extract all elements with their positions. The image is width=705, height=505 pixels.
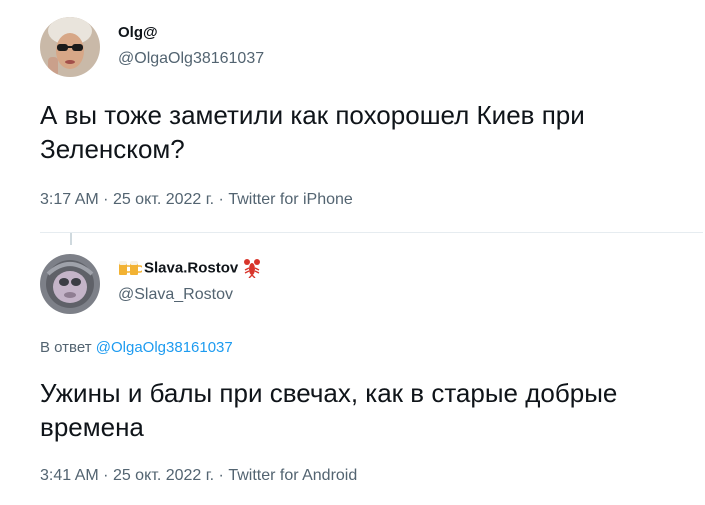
separator-dot: ·: [218, 191, 224, 208]
tweet2-time[interactable]: 3:41 AM: [40, 467, 99, 484]
avatar-olga[interactable]: [40, 17, 100, 77]
thread-connector: [70, 233, 72, 245]
beer-mugs-icon: [118, 258, 144, 278]
separator-dot: ·: [103, 191, 109, 208]
tweet1-handle[interactable]: @OlgaOlg38161037: [118, 50, 264, 68]
tweet2-meta: 3:41 AM · 25 окт. 2022 г. · Twitter for …: [40, 467, 357, 485]
tweet1-time[interactable]: 3:17 AM: [40, 191, 99, 208]
separator-dot: ·: [218, 467, 224, 484]
tweet2-text: Ужины и балы при свечах, как в старые до…: [40, 376, 690, 444]
tweet-divider: [40, 232, 703, 233]
tweet1-text: А вы тоже заметили как похорошел Киев пр…: [40, 98, 690, 166]
tweet1-text-line2: Зеленском?: [40, 134, 185, 164]
reply-handle-link[interactable]: @OlgaOlg38161037: [96, 339, 233, 356]
tweet2-display-name[interactable]: Slava.Rostov: [144, 260, 238, 277]
tweet2-text-line1: Ужины и балы при свечах, как в старые до…: [40, 378, 618, 408]
avatar-slava[interactable]: [40, 254, 100, 314]
tweet1-source[interactable]: Twitter for iPhone: [228, 191, 353, 208]
tweet1-date[interactable]: 25 окт. 2022 г.: [113, 191, 214, 208]
lobster-icon: [243, 258, 261, 279]
tweet1-text-line1: А вы тоже заметили как похорошел Киев пр…: [40, 100, 585, 130]
tweet2-name-row[interactable]: Slava.Rostov: [118, 258, 261, 280]
tweet2-source[interactable]: Twitter for Android: [228, 467, 357, 484]
tweet1-meta: 3:17 AM · 25 окт. 2022 г. · Twitter for …: [40, 191, 353, 209]
reply-to: В ответ @OlgaOlg38161037: [40, 339, 233, 356]
tweet2-text-line2: времена: [40, 412, 144, 442]
tweet2-date[interactable]: 25 окт. 2022 г.: [113, 467, 214, 484]
separator-dot: ·: [103, 467, 109, 484]
tweet1-display-name[interactable]: Olg@: [118, 24, 158, 41]
tweet2-handle[interactable]: @Slava_Rostov: [118, 286, 233, 304]
reply-prefix: В ответ: [40, 339, 92, 356]
